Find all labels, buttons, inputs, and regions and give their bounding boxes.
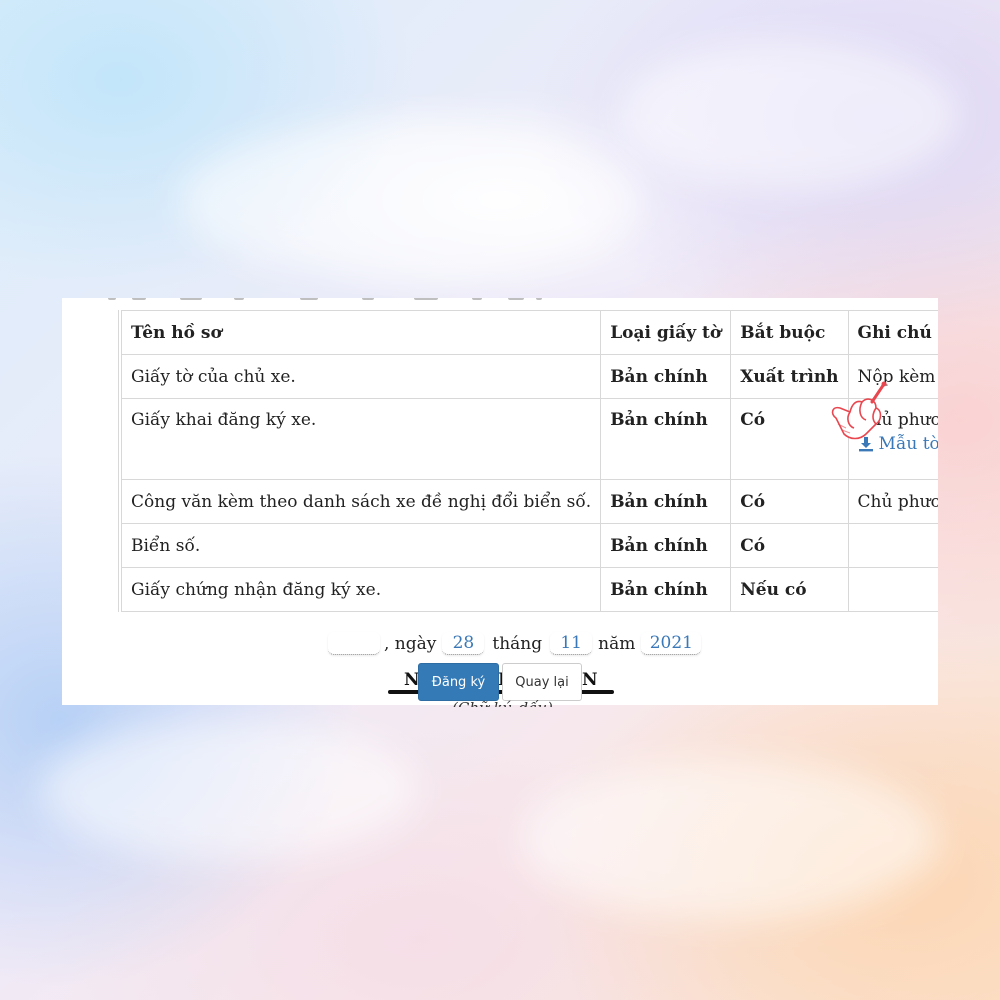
cell-name: Giấy khai đăng ký xe. [119, 398, 602, 480]
table-row: Công văn kèm theo danh sách xe đề nghị đ… [119, 479, 938, 524]
ngay-label: , ngày [384, 633, 437, 654]
cell-type: Bản chính [600, 398, 732, 480]
background-cloud [620, 40, 960, 190]
table-row: Giấy tờ của chủ xe. Bản chính Xuất trình… [119, 354, 938, 399]
month-field[interactable]: 11 [550, 632, 593, 655]
pointing-hand-icon [831, 381, 887, 440]
background-cloud [40, 720, 420, 860]
background-cloud [520, 760, 940, 920]
signature-note: (Chữ ký, dấu) [452, 699, 553, 707]
document-panel: Tên hồ sơ Loại giấy tờ Bắt buộc Ghi chú … [62, 298, 938, 705]
header-ten-ho-so: Tên hồ sơ [119, 310, 602, 355]
cell-type: Bản chính [600, 567, 732, 612]
cell-required: Có [730, 479, 849, 524]
header-ghi-chu: Ghi chú [847, 310, 938, 355]
cell-note [847, 523, 938, 568]
dang-ky-button[interactable]: Đăng ký [418, 663, 499, 701]
cell-note: Chủ phương tiện [847, 479, 938, 524]
table-row: Biển số. Bản chính Có [119, 523, 938, 568]
date-line: , ngày 28 tháng 11 năm 2021 [328, 632, 702, 655]
cell-name: Công văn kèm theo danh sách xe đề nghị đ… [119, 479, 602, 524]
table-row: Giấy khai đăng ký xe. Bản chính Có Chủ p… [119, 398, 938, 480]
table-row: Giấy chứng nhận đăng ký xe. Bản chính Nế… [119, 567, 938, 612]
nam-label: năm [598, 633, 636, 654]
cell-required: Có [730, 523, 849, 568]
header-bat-buoc: Bắt buộc [730, 310, 849, 355]
documents-table: Tên hồ sơ Loại giấy tờ Bắt buộc Ghi chú … [118, 310, 938, 612]
background-cloud [180, 120, 640, 280]
cell-type: Bản chính [600, 479, 732, 524]
day-field[interactable]: 28 [442, 632, 485, 655]
cell-type: Bản chính [600, 523, 732, 568]
year-field[interactable]: 2021 [641, 632, 702, 655]
table-header-row: Tên hồ sơ Loại giấy tờ Bắt buộc Ghi chú [119, 310, 938, 355]
cell-required: Nếu có [730, 567, 849, 612]
place-field[interactable] [328, 632, 380, 655]
quay-lai-button[interactable]: Quay lại [502, 663, 582, 701]
signature-letter-right: N [582, 670, 598, 690]
cell-type: Bản chính [600, 354, 732, 399]
thang-label: tháng [492, 633, 543, 654]
header-loai-giay-to: Loại giấy tờ [600, 310, 732, 355]
cut-text-line [62, 298, 938, 302]
cell-name: Biển số. [119, 523, 602, 568]
cell-name: Giấy tờ của chủ xe. [119, 354, 602, 399]
cell-name: Giấy chứng nhận đăng ký xe. [119, 567, 602, 612]
cell-note [847, 567, 938, 612]
note-text: Chủ phương tiện [857, 491, 938, 512]
